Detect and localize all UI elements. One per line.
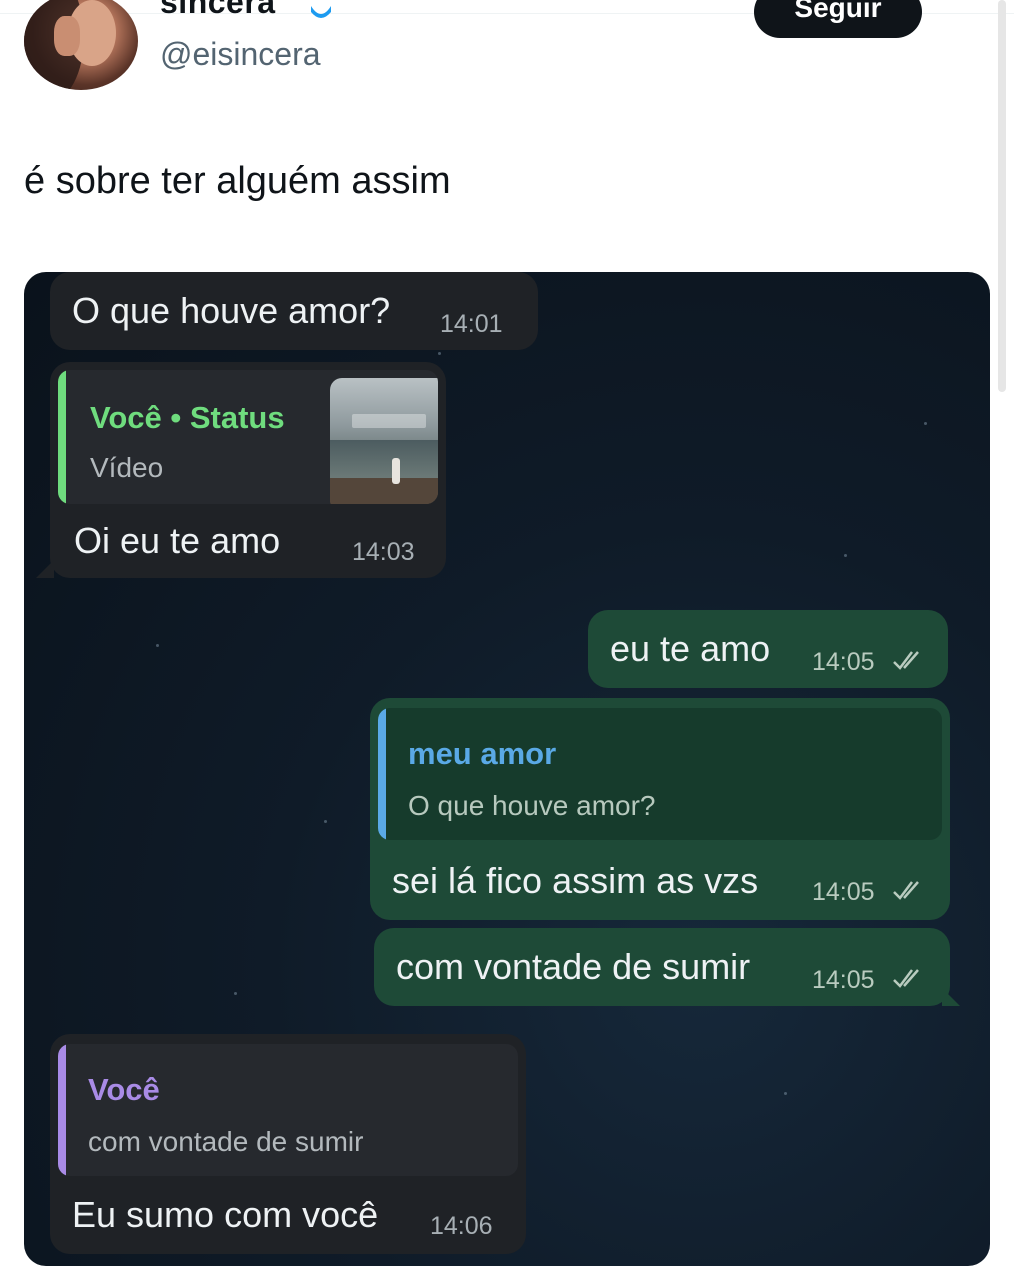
- message-time: 14:05: [812, 878, 875, 906]
- message-bubble-incoming[interactable]: Você com vontade de sumir Eu sumo com vo…: [50, 1034, 526, 1254]
- status-quote[interactable]: Você • Status Vídeo: [58, 370, 438, 504]
- user-handle[interactable]: @eisincera: [160, 36, 321, 73]
- reply-quote[interactable]: Você com vontade de sumir: [58, 1044, 518, 1176]
- message-text: sei lá fico assim as vzs: [392, 860, 759, 901]
- quote-accent-bar: [378, 708, 386, 840]
- message-time: 14:03: [352, 538, 415, 566]
- video-thumbnail[interactable]: [330, 378, 438, 504]
- avatar[interactable]: [24, 0, 138, 90]
- read-ticks-icon: [893, 969, 919, 988]
- read-ticks-icon: [893, 651, 919, 670]
- message-time: 14:06: [430, 1212, 493, 1240]
- message-text: Oi eu te amo: [74, 520, 281, 561]
- tweet-page: sincera @eisincera Seguir é sobre ter al…: [0, 0, 1014, 1280]
- message-time: 14:05: [812, 966, 875, 994]
- message-bubble-outgoing[interactable]: meu amor O que houve amor? sei lá fico a…: [370, 698, 950, 920]
- message-time: 14:01: [440, 310, 503, 338]
- message-bubble-outgoing[interactable]: eu te amo 14:05: [588, 610, 948, 688]
- reply-quote[interactable]: meu amor O que houve amor?: [378, 708, 942, 840]
- bubble-tail: [36, 560, 54, 578]
- read-ticks-icon: [893, 881, 919, 900]
- quote-subtitle: O que houve amor?: [408, 790, 656, 821]
- message-time: 14:05: [812, 648, 875, 676]
- verified-badge-icon: [311, 6, 331, 18]
- display-name[interactable]: sincera: [160, 0, 276, 21]
- bubble-tail: [942, 988, 960, 1006]
- message-bubble-incoming[interactable]: Você • Status Vídeo Oi eu te amo 14:03: [50, 362, 446, 578]
- quote-subtitle: Vídeo: [90, 452, 164, 483]
- quote-title: meu amor: [408, 736, 557, 771]
- tweet-text: é sobre ter alguém assim: [24, 160, 451, 202]
- follow-button[interactable]: Seguir: [754, 0, 922, 38]
- message-bubble-outgoing[interactable]: com vontade de sumir 14:05: [374, 928, 950, 1006]
- quote-title: Você • Status: [90, 400, 285, 435]
- scrollbar[interactable]: [998, 0, 1006, 392]
- message-text: com vontade de sumir: [396, 946, 751, 987]
- message-text: O que houve amor?: [72, 290, 391, 331]
- quote-accent-bar: [58, 1044, 66, 1176]
- quote-accent-bar: [58, 370, 66, 504]
- chat-screenshot-image[interactable]: O que houve amor? 14:01 Você • Status Ví…: [24, 272, 990, 1266]
- message-text: eu te amo: [610, 628, 771, 669]
- message-text: Eu sumo com você: [72, 1194, 379, 1235]
- message-bubble-incoming[interactable]: O que houve amor? 14:01: [50, 272, 538, 350]
- quote-subtitle: com vontade de sumir: [88, 1126, 364, 1157]
- quote-title: Você: [88, 1072, 160, 1107]
